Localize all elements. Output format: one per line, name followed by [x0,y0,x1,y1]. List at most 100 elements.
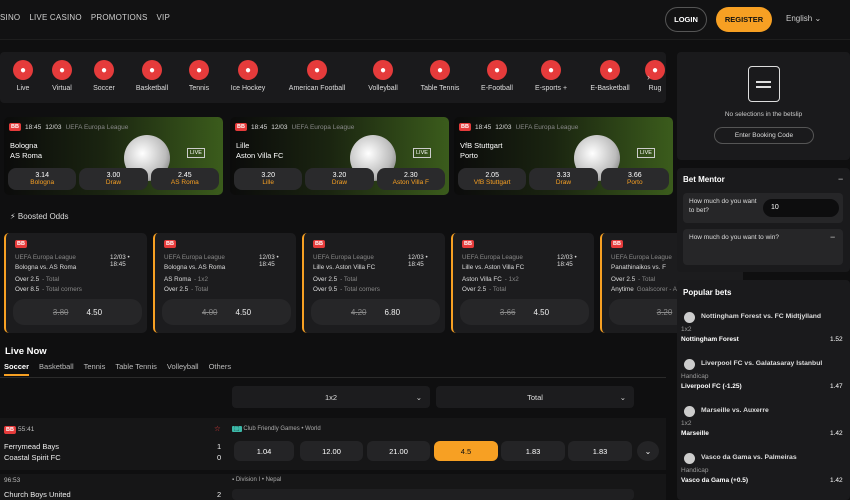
popular-odd[interactable]: 1.42 [830,477,843,484]
soccer-ball-icon [684,453,695,464]
popular-match[interactable]: Marseille vs. Auxerre [701,407,769,414]
odd-button[interactable]: 3.20 Lille [234,168,303,190]
mentor-q1: How much do you want to bet? [689,198,757,215]
sport-label: Live [16,85,30,92]
match-date: 12/03 [271,123,288,131]
boosted-match: Bologna vs. AS Roma [15,264,77,271]
sport-10[interactable]: ● E-sports + [533,60,569,92]
boosted-price-button[interactable]: 3.66 4.50 [460,299,589,325]
odd-button[interactable]: 2.30 Aston Villa F [376,168,445,190]
sport-5[interactable]: ● Ice Hockey [230,60,266,92]
boosted-price-button[interactable]: 4.20 6.80 [311,299,440,325]
bb-badge: BB [4,426,16,434]
sport-label: E-sports + [534,85,568,92]
sport-icon: ● [238,60,258,80]
sport-12[interactable]: ● Rug [637,60,673,92]
boosted-leg-1: Over 2.5- Total [15,276,59,283]
odd-button[interactable]: 3.00 Draw [79,168,148,190]
live-odd-button[interactable]: 1.04 [234,441,294,461]
nav-live-casino[interactable]: LIVE CASINO [29,13,81,22]
odd-label: Draw [555,179,572,186]
popular-pick[interactable]: Vasco da Gama (+0.5) [681,477,748,484]
live-odd-button[interactable]: 4.5 [434,441,498,461]
odds-row: 2.05 VfB Stuttgart 3.33 Draw 3.66 Porto [458,168,669,190]
boosted-match: Panathinaikos vs. F [611,264,666,271]
boosted-card[interactable]: BB UEFA Europa League 12/03 • 18:45 Lille v… [451,233,594,333]
popular-odd[interactable]: 1.52 [830,336,843,343]
chevron-right-icon[interactable]: › [647,72,650,82]
live-tab-1[interactable]: Basketball [39,362,74,376]
live-tab-0[interactable]: Soccer [4,362,30,376]
chevron-down-icon: ⌄ [814,14,822,23]
market-select-1x2[interactable]: 1x2 ⌄ [232,386,430,408]
live-odd-button[interactable]: 1.83 [568,441,632,461]
nav-promotions[interactable]: PROMOTIONS [91,13,148,22]
odd-button[interactable]: 3.20 Draw [305,168,374,190]
boosted-card[interactable]: BB UEFA Europa League 12/03 • 18:45 Bologna… [153,233,296,333]
featured-match[interactable]: BB 18:45 12/03 UEFA Europa League Bologna AS … [4,117,223,195]
featured-match[interactable]: BB 18:45 12/03 UEFA Europa League VfB Stuttg… [454,117,673,195]
sport-8[interactable]: ● Table Tennis [421,60,459,92]
popular-odd[interactable]: 1.47 [830,383,843,390]
odd-button[interactable]: 3.66 Porto [600,168,669,190]
popular-pick[interactable]: Marseille [681,430,709,437]
popular-pick[interactable]: Nottingham Forest [681,336,739,343]
away-team: AS Roma [10,151,43,160]
top-bar: SINO LIVE CASINO PROMOTIONS VIP LOGIN RE… [0,0,850,40]
sport-4[interactable]: ● Tennis [181,60,217,92]
register-button[interactable]: REGISTER [716,7,772,32]
sport-2[interactable]: ● Soccer [86,60,122,92]
home-team: Bologna [10,141,38,150]
sport-1[interactable]: ● Virtual [44,60,80,92]
sport-icon: ● [189,60,209,80]
featured-match[interactable]: BB 18:45 12/03 UEFA Europa League Lille Aston… [230,117,449,195]
language-label: English [786,14,813,23]
popular-odd[interactable]: 1.42 [830,430,843,437]
sport-3[interactable]: ● Basketball [134,60,170,92]
popular-match[interactable]: Nottingham Forest vs. FC Midtjylland [701,313,821,320]
bet-amount-input[interactable]: 10 [763,199,839,217]
boosted-price-button[interactable]: 3.80 4.50 [13,299,142,325]
popular-match[interactable]: Vasco da Gama vs. Palmeiras [701,454,797,461]
odd-button[interactable]: 3.14 Bologna [8,168,77,190]
star-icon[interactable]: ☆ [214,424,221,433]
odd-value: 2.30 [404,172,418,179]
popular-pick[interactable]: Liverpool FC (-1.25) [681,383,742,390]
live-tab-2[interactable]: Tennis [84,362,106,376]
nav-casino[interactable]: SINO [0,13,20,22]
sport-9[interactable]: ● E-Football [479,60,515,92]
more-markets-button[interactable]: ⌄ [637,441,659,461]
sport-icon: ● [13,60,33,80]
odd-label: Lille [262,179,274,186]
betslip-icon [748,66,780,102]
live-tab-5[interactable]: Others [209,362,232,376]
sport-11[interactable]: ● E-Basketball [590,60,630,92]
collapse-icon[interactable]: − [838,174,843,184]
boosted-card[interactable]: BB UEFA Europa League 12/03 • 18:45 Lille v… [302,233,445,333]
boosted-card[interactable]: BB UEFA Europa League 12/03 • 18:45 Bologna… [4,233,147,333]
nav-vip[interactable]: VIP [156,13,170,22]
boosted-header: BB [313,240,325,248]
live-now-title: Live Now [5,346,47,357]
language-selector[interactable]: English ⌄ [786,14,821,23]
live-odd-button[interactable]: 1.83 [501,441,565,461]
popular-match[interactable]: Liverpool FC vs. Galatasaray Istanbul [701,360,822,367]
boosted-price-button[interactable]: 4.00 4.50 [162,299,291,325]
sport-7[interactable]: ● Volleyball [365,60,401,92]
sport-0[interactable]: ● Live [5,60,41,92]
odd-button[interactable]: 3.33 Draw [529,168,598,190]
boosted-datetime: 12/03 • 18:45 [408,254,428,268]
login-button[interactable]: LOGIN [665,7,707,32]
odd-button[interactable]: 2.05 VfB Stuttgart [458,168,527,190]
booking-code-button[interactable]: Enter Booking Code [714,127,814,144]
odd-button[interactable]: 2.45 AS Roma [150,168,219,190]
live-tab-4[interactable]: Volleyball [167,362,199,376]
collapse-icon[interactable]: − [830,232,835,242]
live-tab-3[interactable]: Table Tennis [115,362,157,376]
chevron-down-icon: ⌄ [415,392,422,402]
live-odd-button[interactable]: 12.00 [300,441,363,461]
live-odd-button[interactable]: 21.00 [367,441,430,461]
leg-pick: Over 8.5 [15,286,40,293]
sport-6[interactable]: ● American Football [289,60,345,92]
market-select-total[interactable]: Total ⌄ [436,386,634,408]
